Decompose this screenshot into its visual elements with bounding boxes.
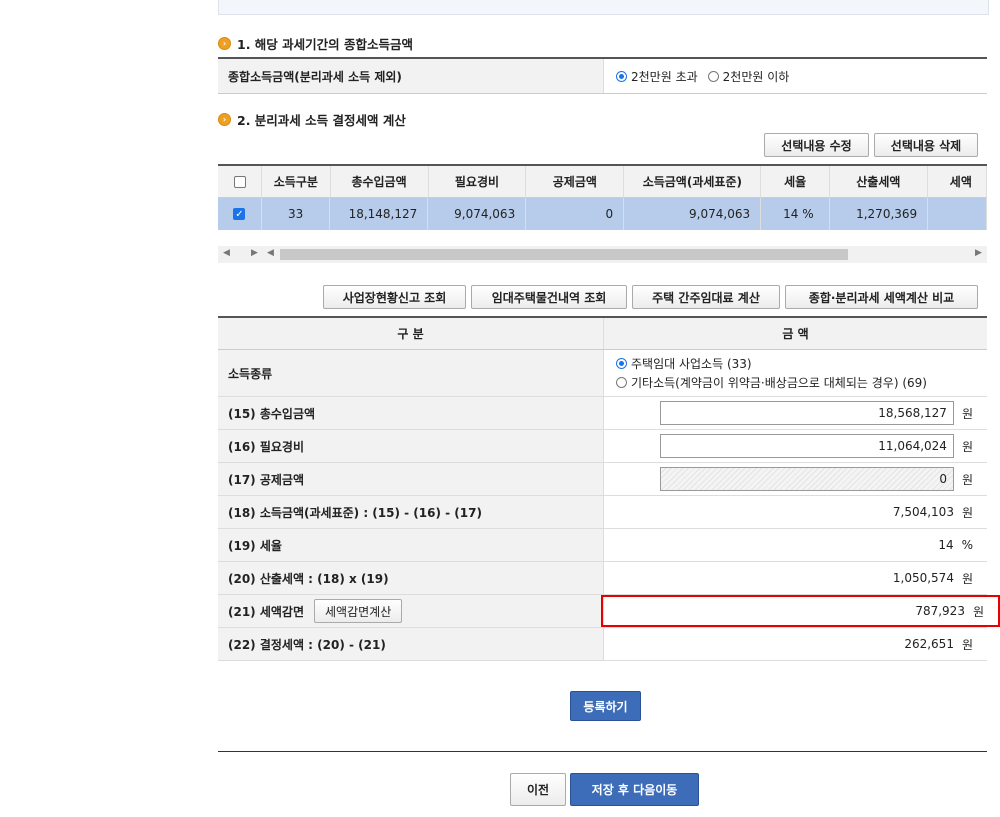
- deemed-rent-calc-button[interactable]: 주택 간주임대료 계산: [632, 285, 780, 309]
- col-tax: 세액: [927, 166, 987, 198]
- r17-label: (17) 공제금액: [218, 463, 604, 495]
- row-20: (20) 산출세액 : (18) x (19) 1,050,574 원: [218, 562, 987, 595]
- r19-unit: %: [961, 538, 973, 552]
- r19-value: 14: [938, 538, 954, 552]
- tax-reduction-calc-button[interactable]: 세액감면계산: [314, 599, 403, 623]
- scroll-thumb[interactable]: [280, 249, 848, 260]
- col-total-revenue: 총수입금액: [330, 166, 429, 198]
- radio-over-20m[interactable]: [616, 70, 627, 82]
- r15-label: (15) 총수입금액: [218, 397, 604, 429]
- r18-value: 7,504,103: [892, 505, 954, 519]
- row-21: (21) 세액감면 세액감면계산 787,923 원: [218, 595, 1000, 628]
- cell-deduction: 0: [526, 198, 625, 230]
- row-19: (19) 세율 14%: [218, 529, 987, 562]
- row-checkbox-cell[interactable]: ✓: [218, 198, 262, 230]
- r16-input[interactable]: 11,064,024: [659, 434, 954, 458]
- radio-housing-rental[interactable]: [616, 358, 627, 369]
- calc-head-left: 구 분: [218, 318, 604, 349]
- r16-unit: 원: [961, 439, 973, 454]
- calc-header: 구 분 금 액: [218, 318, 987, 350]
- r22-label: (22) 결정세액 : (20) - (21): [218, 628, 604, 660]
- r18-label: (18) 소득금액(과세표준) : (15) - (16) - (17): [218, 496, 604, 528]
- cell-total-revenue: 18,148,127: [330, 198, 429, 230]
- edit-selected-button[interactable]: 선택내용 수정: [764, 133, 869, 157]
- r22-value: 262,651: [904, 637, 954, 651]
- r18-unit: 원: [961, 505, 973, 520]
- top-panel: [218, 0, 989, 15]
- r15-input[interactable]: 18,568,127: [659, 401, 954, 425]
- tax-compare-button[interactable]: 종합·분리과세 세액계산 비교: [785, 285, 978, 309]
- r21-label: (21) 세액감면: [228, 604, 305, 619]
- r20-unit: 원: [961, 571, 973, 586]
- income-type-label: 소득종류: [218, 350, 604, 396]
- register-button[interactable]: 등록하기: [570, 691, 641, 721]
- col-taxable-income: 소득금액(과세표준): [624, 166, 762, 198]
- cell-tax-rate: 14 %: [761, 198, 831, 230]
- total-income-row: 종합소득금액(분리과세 소득 제외) 2천만원 초과 2천만원 이하: [218, 57, 987, 94]
- row-17: (17) 공제금액 0원: [218, 463, 987, 496]
- calc-head-right: 금 액: [604, 318, 987, 349]
- calc-table: 구 분 금 액 소득종류 주택임대 사업소득 (33) 기타소득(계약금이 위약…: [218, 316, 1000, 661]
- rental-housing-lookup-button[interactable]: 임대주택물건내역 조회: [471, 285, 627, 309]
- col-deduction: 공제금액: [526, 166, 625, 198]
- grid-select-all[interactable]: [218, 166, 263, 198]
- prev-button[interactable]: 이전: [510, 773, 566, 806]
- r20-value: 1,050,574: [892, 571, 954, 585]
- row-22: (22) 결정세액 : (20) - (21) 262,651 원: [218, 628, 987, 661]
- section1-title-text: 1. 해당 과세기간의 종합소득금액: [237, 37, 414, 52]
- horizontal-scrollbar[interactable]: ◀ ▶ ◀ ▶: [218, 246, 987, 263]
- radio-under-20m-label: 2천만원 이하: [722, 69, 790, 84]
- grid-header: 소득구분 총수입금액 필요경비 공제금액 소득금액(과세표준) 세율 산출세액 …: [218, 166, 987, 198]
- col-expenses: 필요경비: [428, 166, 527, 198]
- scroll-right-icon[interactable]: ▶: [251, 248, 258, 258]
- cell-taxable-income: 9,074,063: [624, 198, 762, 230]
- scroll-left-small-icon[interactable]: ◀: [267, 248, 274, 258]
- r22-unit: 원: [961, 637, 973, 652]
- radio-under-20m[interactable]: [707, 70, 719, 82]
- row-18: (18) 소득금액(과세표준) : (15) - (16) - (17) 7,5…: [218, 496, 987, 529]
- bullet-icon: ›: [218, 113, 231, 126]
- scroll-left-icon[interactable]: ◀: [223, 248, 230, 258]
- row-15: (15) 총수입금액 18,568,127 원: [218, 397, 987, 430]
- col-tax-rate: 세율: [761, 166, 830, 198]
- income-type-row: 소득종류 주택임대 사업소득 (33) 기타소득(계약금이 위약금·배상금으로 …: [218, 350, 987, 397]
- cell-tax: [928, 198, 987, 230]
- income-grid: 소득구분 총수입금액 필요경비 공제금액 소득금액(과세표준) 세율 산출세액 …: [218, 164, 987, 230]
- table-row[interactable]: ✓ 33 18,148,127 9,074,063 0 9,074,063 14…: [218, 198, 987, 230]
- divider: [218, 751, 987, 752]
- cell-income-type: 33: [261, 198, 331, 230]
- r21-unit: 원: [972, 604, 984, 619]
- cell-expenses: 9,074,063: [428, 198, 527, 230]
- delete-selected-button[interactable]: 선택내용 삭제: [874, 133, 978, 157]
- row-16: (16) 필요경비 11,064,024 원: [218, 430, 987, 463]
- r16-label: (16) 필요경비: [218, 430, 604, 462]
- r20-label: (20) 산출세액 : (18) x (19): [218, 562, 604, 594]
- select-all-checkbox[interactable]: [233, 175, 246, 188]
- scroll-right-end-icon[interactable]: ▶: [975, 248, 982, 258]
- business-status-lookup-button[interactable]: 사업장현황신고 조회: [323, 285, 466, 309]
- r15-unit: 원: [961, 406, 973, 421]
- r17-unit: 원: [961, 472, 973, 487]
- radio-other-income-label: 기타소득(계약금이 위약금·배상금으로 대체되는 경우) (69): [631, 376, 927, 390]
- cell-calculated-tax: 1,270,369: [830, 198, 929, 230]
- r21-value: 787,923: [915, 604, 965, 618]
- section2-title-text: 2. 분리과세 소득 결정세액 계산: [237, 113, 406, 128]
- section1-title: › 1. 해당 과세기간의 종합소득금액: [218, 34, 413, 53]
- save-next-button[interactable]: 저장 후 다음이동: [570, 773, 699, 806]
- radio-housing-rental-label: 주택임대 사업소득 (33): [631, 357, 752, 371]
- col-income-type: 소득구분: [262, 166, 331, 198]
- col-calculated-tax: 산출세액: [829, 166, 928, 198]
- section2-title: › 2. 분리과세 소득 결정세액 계산: [218, 110, 406, 129]
- radio-other-income[interactable]: [616, 377, 627, 388]
- r21-highlight: 787,923 원: [601, 595, 1000, 627]
- row-checkbox[interactable]: ✓: [233, 208, 246, 220]
- radio-over-20m-label: 2천만원 초과: [631, 69, 698, 84]
- r17-input: 0: [659, 467, 954, 491]
- bullet-icon: ›: [218, 37, 231, 50]
- total-income-label: 종합소득금액(분리과세 소득 제외): [218, 59, 604, 93]
- r19-label: (19) 세율: [218, 529, 604, 561]
